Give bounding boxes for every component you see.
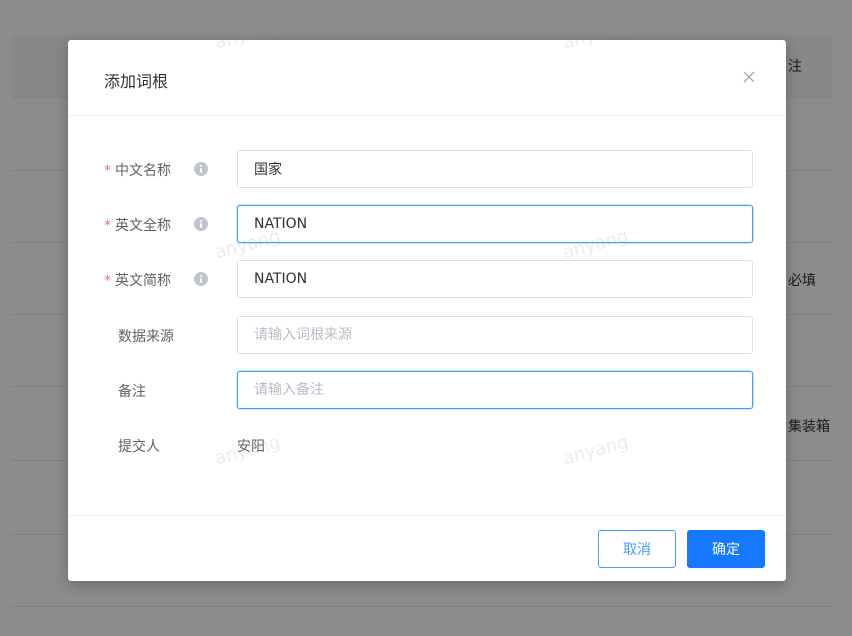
form-row-remark: 备注 [68,371,786,409]
add-root-dialog: 添加词根 *中文名称 *英文全称 *英文简称 数据来源 备注 提交人 安阳 取消 [68,40,786,581]
field-label: * 英文简称 [104,273,171,289]
field-label: 数据来源 [118,329,174,345]
form-row-chinese-name: * 中文名称 [68,150,786,188]
field-label: 备注 [118,384,146,400]
info-icon[interactable] [194,272,208,286]
confirm-button[interactable]: 确定 [687,530,765,568]
dialog-header: 添加词根 [68,40,786,116]
form-row-english-full-name: * 英文全称 [68,205,786,243]
required-asterisk: * [104,273,111,289]
data-source-input[interactable] [237,316,753,354]
remark-input[interactable] [237,371,753,409]
field-label: * 中文名称 [104,163,171,179]
dialog-footer: 取消 确定 [68,515,786,581]
chinese-name-input[interactable] [237,150,753,188]
info-icon[interactable] [194,162,208,176]
cancel-button[interactable]: 取消 [598,530,676,568]
info-icon[interactable] [194,217,208,231]
required-asterisk: * [104,163,111,179]
form-row-english-abbreviation: * 英文简称 [68,260,786,298]
close-icon[interactable] [740,68,758,86]
dialog-title: 添加词根 [104,72,169,91]
required-asterisk: * [104,218,111,234]
field-label: * 英文全称 [104,218,171,234]
form-row-data-source: 数据来源 [68,316,786,354]
form-row-submitter: 提交人 安阳 [68,426,786,464]
english-abbreviation-input[interactable] [237,260,753,298]
submitter-value: 安阳 [237,439,265,455]
english-full-name-input[interactable] [237,205,753,243]
field-label: 提交人 [118,439,160,455]
